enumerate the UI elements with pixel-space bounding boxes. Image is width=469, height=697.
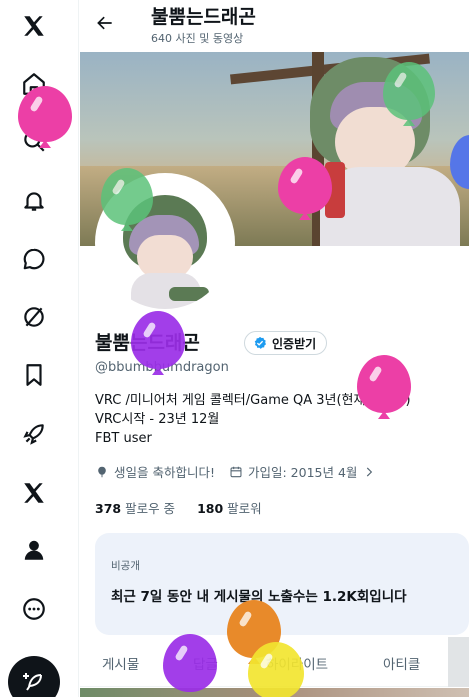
premium-x-icon[interactable] (14, 473, 54, 513)
bookmarks-icon[interactable] (14, 355, 54, 395)
balloon (131, 311, 185, 377)
tabs-scroll-edge (448, 637, 469, 687)
more-icon[interactable] (14, 589, 54, 629)
arrow-left-icon (97, 16, 112, 30)
followers-label: 팔로워 (227, 501, 262, 516)
back-button[interactable] (90, 8, 120, 38)
balloon (248, 642, 304, 697)
bio-line: FBT user (95, 431, 152, 446)
notifications-icon[interactable] (14, 181, 54, 221)
balloon (278, 157, 332, 221)
profile-meta: 생일을 축하합니다! 가입일: 2015년 4월 (95, 462, 390, 481)
private-tag: 비공개 (111, 560, 140, 572)
balloon-icon (98, 466, 106, 477)
rocket-icon[interactable] (14, 414, 54, 454)
balloon (383, 62, 435, 126)
header-media-count: 640 사진 및 동영상 (151, 32, 244, 45)
followers-link[interactable]: 180 팔로워 (197, 498, 262, 517)
tab-articles[interactable]: 아티클 (383, 653, 420, 673)
impressions-card[interactable]: 비공개 최근 7일 동안 내 게시물의 노출수는 1.2K회입니다 (95, 533, 469, 635)
header-title: 불뿜는드래곤 (151, 6, 256, 28)
following-count: 378 (95, 501, 122, 516)
get-verified-label: 인증받기 (272, 336, 317, 351)
birthday-text: 생일을 축하합니다! (114, 465, 215, 480)
following-label: 팔로우 중 (125, 501, 176, 516)
profile-header: 불뿜는드래곤 640 사진 및 동영상 (80, 0, 469, 52)
verified-badge-icon (254, 336, 267, 349)
profile-icon[interactable] (14, 530, 54, 570)
birthday-item: 생일을 축하합니다! (95, 462, 215, 481)
balloon (101, 168, 153, 232)
grok-icon[interactable] (14, 297, 54, 337)
joined-date-text: 가입일: 2015년 4월 (248, 465, 358, 480)
x-logo-icon[interactable] (14, 6, 54, 46)
balloon (163, 634, 217, 697)
balloon (18, 86, 72, 148)
calendar-icon (230, 466, 242, 477)
post-button[interactable] (8, 656, 60, 697)
joined-date-item[interactable]: 가입일: 2015년 4월 (229, 462, 376, 481)
followers-count: 180 (197, 501, 224, 516)
messages-icon[interactable] (14, 239, 54, 279)
chevron-right-icon (367, 467, 373, 476)
balloon (450, 135, 469, 193)
balloon (357, 355, 411, 421)
following-link[interactable]: 378 팔로우 중 (95, 498, 175, 517)
feather-plus-icon (23, 673, 42, 691)
get-verified-button[interactable]: 인증받기 (244, 331, 328, 355)
follow-stats: 378 팔로우 중 180 팔로워 (95, 498, 262, 517)
tab-posts[interactable]: 게시물 (102, 653, 139, 673)
